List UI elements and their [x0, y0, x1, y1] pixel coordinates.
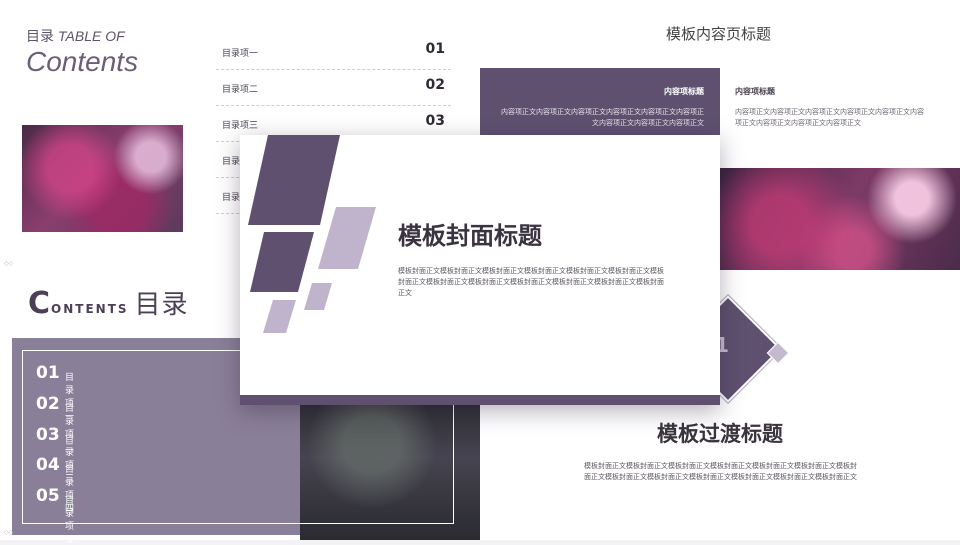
- content-body: 内容项正文内容项正文内容项正文内容项正文内容项正文内容项正文内容项正文内容项正文…: [735, 108, 924, 127]
- content-heading: 内容项标题: [735, 87, 775, 96]
- toc-row-1: 目录项一 01: [216, 35, 451, 70]
- content-photo: [720, 168, 960, 270]
- parallelogram-shape: [250, 232, 314, 292]
- cover-body: 模板封面正文模板封面正文模板封面正文模板封面正文模板封面正文模板封面正文模板封面…: [398, 267, 664, 297]
- toc-row-label: 目录项二: [222, 85, 259, 95]
- content-band-heading: 内容项标题: [664, 87, 704, 96]
- toc-photo: [22, 125, 183, 232]
- transition-body: 模板封面正文模板封面正文模板封面正文模板封面正文模板封面正文模板封面正文模板封面…: [584, 462, 857, 481]
- content-title: 模板内容页标题: [666, 25, 772, 43]
- contents-item-number: 02: [36, 394, 60, 414]
- toc-row-2: 目录项二 02: [216, 71, 451, 106]
- toc-row-number: 03: [425, 113, 445, 129]
- contents-item-number: 05: [36, 486, 60, 506]
- transition-title: 模板过渡标题: [657, 422, 783, 446]
- contents-item-label: 目录项五: [65, 496, 75, 545]
- toc-title-en: TABLE OF: [58, 28, 125, 44]
- contents-title-rest: ONTENTS: [51, 302, 129, 316]
- parallelogram-shape: [263, 300, 296, 333]
- content-band: [480, 68, 720, 140]
- cover-bottom-bar: [240, 395, 720, 405]
- contents-title-initial: C: [28, 286, 52, 321]
- contents-item-number: 04: [36, 455, 60, 475]
- toc-row-number: 02: [425, 77, 445, 93]
- toc-contents-word: Contents: [26, 46, 139, 77]
- content-band-body: 内容项正文内容项正文内容项正文内容项正文内容项正文内容项正文内容项正文内容项正文…: [501, 108, 704, 127]
- toc-row-label: 目录项一: [222, 49, 259, 59]
- parallelogram-shape: [248, 135, 340, 225]
- contents-title-cn: 目录: [134, 290, 189, 320]
- toc-row-number: 01: [425, 41, 445, 57]
- contents-item-number: 03: [36, 425, 60, 445]
- slide-marker-icon: ◇◇: [4, 529, 14, 536]
- slide-marker-icon: ◇◇: [4, 260, 14, 267]
- toc-title-cn: 目录: [26, 29, 54, 45]
- contents-title: CONTENTS 目录: [28, 284, 189, 321]
- parallelogram-shape: [318, 207, 376, 269]
- cover-title: 模板封面标题: [398, 222, 542, 250]
- toc-title: 目录 TABLE OF: [26, 26, 125, 46]
- parallelogram-shape: [304, 283, 332, 310]
- contents-item-number: 01: [36, 363, 60, 383]
- cover-parallelogram-art: [248, 135, 376, 333]
- toc-row-label: 目录项三: [222, 121, 259, 131]
